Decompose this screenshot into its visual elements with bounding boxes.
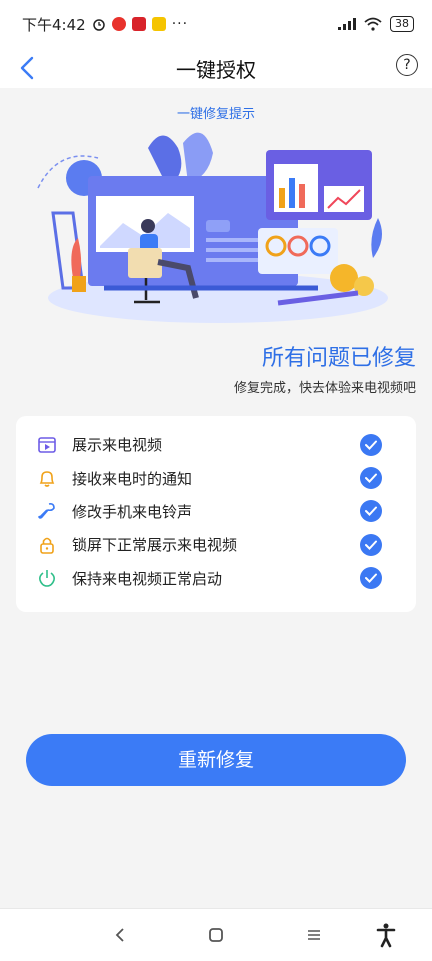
check-icon — [360, 467, 382, 490]
app-notification-icon — [151, 17, 166, 31]
more-notifications-icon: ··· — [171, 16, 189, 32]
item-label: 修改手机来电铃声 — [72, 502, 193, 521]
result-subtitle: 修复完成，快去体验来电视频吧 — [233, 381, 416, 396]
wrench-icon — [38, 503, 55, 520]
back-icon[interactable] — [14, 52, 42, 84]
video-icon — [38, 436, 56, 453]
title-bar: 一键授权 ? — [0, 48, 432, 88]
check-icon — [360, 533, 382, 556]
alarm-icon — [92, 19, 105, 31]
bell-icon — [39, 471, 55, 487]
wifi-icon — [364, 17, 382, 31]
app-notification-icon — [111, 17, 126, 31]
app-notification-icon — [131, 17, 146, 31]
list-item: 接收来电时的通知 — [16, 461, 416, 494]
repair-hint-link[interactable]: 一键修复提示 — [0, 103, 432, 122]
system-nav-bar — [0, 908, 432, 961]
accessibility-icon[interactable] — [372, 921, 400, 949]
lock-icon — [40, 537, 54, 554]
nav-menu-icon[interactable] — [300, 921, 328, 949]
nav-home-icon[interactable] — [202, 921, 230, 949]
battery-indicator: 38 — [390, 16, 414, 32]
check-icon — [360, 500, 382, 523]
power-icon — [39, 570, 55, 588]
help-icon[interactable]: ? — [396, 54, 418, 76]
page-title: 一键授权 — [176, 57, 256, 82]
status-bar: 下午4:42 ··· 38 — [0, 0, 432, 48]
item-label: 保持来电视频正常启动 — [72, 569, 223, 588]
repair-illustration — [37, 132, 388, 323]
status-time: 下午4:42 — [22, 15, 86, 34]
item-label: 锁屏下正常展示来电视频 — [72, 536, 238, 555]
list-item: 保持来电视频正常启动 — [16, 562, 416, 595]
check-icon — [360, 567, 382, 590]
item-label: 展示来电视频 — [72, 436, 163, 455]
list-item: 修改手机来电铃声 — [16, 495, 416, 528]
list-item: 锁屏下正常展示来电视频 — [16, 528, 416, 561]
repair-checklist: 展示来电视频 接收来电时的通知 修改手机来电铃声 锁屏下正常展示来电视频 保持来… — [16, 416, 416, 612]
list-item: 展示来电视频 — [16, 428, 416, 461]
check-icon — [360, 433, 382, 456]
result-title: 所有问题已修复 — [261, 346, 416, 371]
signal-icon — [338, 18, 356, 30]
repair-again-button[interactable]: 重新修复 — [26, 734, 406, 786]
nav-back-icon[interactable] — [106, 921, 134, 949]
item-label: 接收来电时的通知 — [72, 469, 193, 488]
